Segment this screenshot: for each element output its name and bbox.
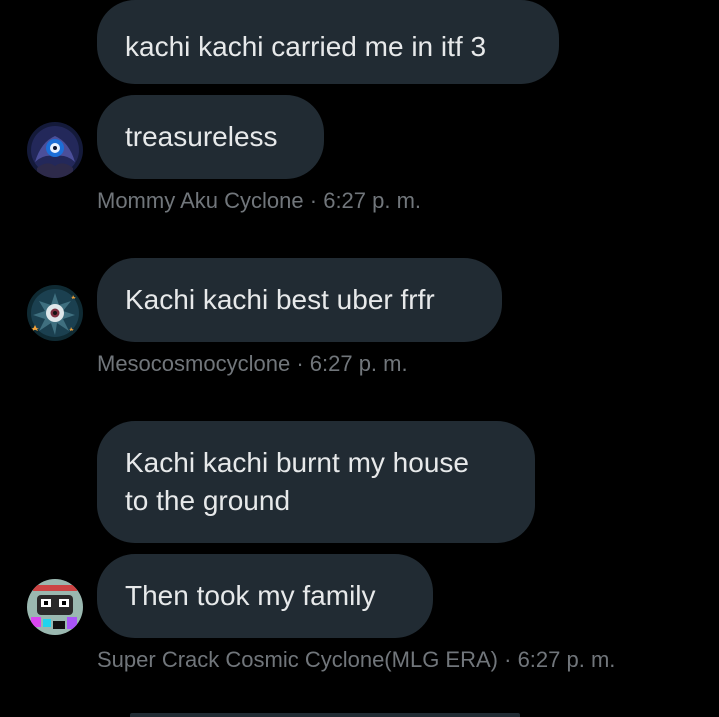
- message-time: 6:27 p. m.: [517, 647, 616, 672]
- message-bubble[interactable]: treasureless: [97, 95, 324, 179]
- message-bubble[interactable]: Then took my family: [97, 554, 433, 638]
- user-avatar[interactable]: [27, 579, 83, 635]
- message-meta: Super Crack Cosmic Cyclone(MLG ERA) · 6:…: [97, 647, 615, 673]
- message-text: Kachi kachi burnt my house: [125, 447, 469, 478]
- message-bubble[interactable]: kachi kachi carried me in itf 3: [97, 0, 559, 84]
- meta-separator: ·: [296, 351, 304, 376]
- message-text: kachi kachi carried me in itf 3: [125, 31, 487, 62]
- user-avatar[interactable]: [27, 122, 83, 178]
- message-text: to the ground: [125, 485, 291, 516]
- message-meta: Mesocosmocyclone · 6:27 p. m.: [97, 351, 408, 377]
- sender-name[interactable]: Mesocosmocyclone: [97, 351, 290, 376]
- sender-name[interactable]: Super Crack Cosmic Cyclone(MLG ERA): [97, 647, 498, 672]
- super-crack-cyclone-avatar-icon: [27, 579, 83, 635]
- next-message-bubble-edge: [130, 713, 520, 717]
- sender-name[interactable]: Mommy Aku Cyclone: [97, 188, 304, 213]
- message-time: 6:27 p. m.: [323, 188, 422, 213]
- meta-separator: ·: [309, 188, 318, 213]
- meta-separator: ·: [504, 647, 512, 672]
- mesocosmocyclone-avatar-icon: [27, 285, 83, 341]
- message-bubble[interactable]: Kachi kachi best uber frfr: [97, 258, 502, 342]
- message-time: 6:27 p. m.: [309, 351, 408, 376]
- aku-cyclone-avatar-icon: [27, 122, 83, 178]
- user-avatar[interactable]: [27, 285, 83, 341]
- message-text: Kachi kachi best uber frfr: [125, 284, 435, 315]
- message-text: treasureless: [125, 121, 278, 152]
- message-bubble[interactable]: Kachi kachi burnt my house to the ground: [97, 421, 535, 543]
- message-meta: Mommy Aku Cyclone · 6:27 p. m.: [97, 188, 421, 214]
- message-text: Then took my family: [125, 580, 376, 611]
